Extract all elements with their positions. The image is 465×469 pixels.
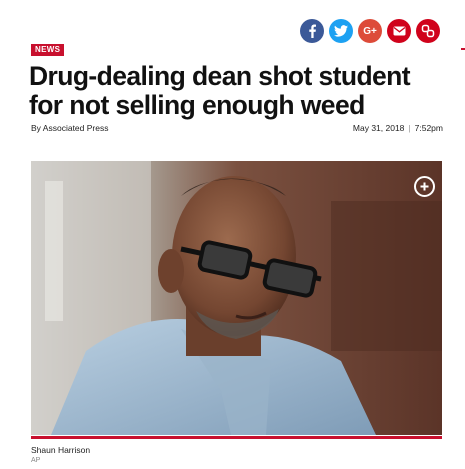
twitter-icon [334, 25, 348, 37]
edge-accent-rule [461, 48, 465, 50]
google-plus-icon: G+ [363, 25, 377, 37]
section-tag[interactable]: NEWS [31, 44, 65, 56]
facebook-icon [309, 24, 316, 38]
twitter-share-button[interactable] [329, 19, 353, 43]
publish-time: 7:52pm [414, 123, 443, 133]
copy-link-button[interactable] [416, 19, 440, 43]
photo-caption: Shaun Harrison [31, 445, 91, 455]
photo-credit: AP [31, 457, 41, 464]
caption-accent-rule [31, 436, 442, 439]
expand-photo-button[interactable] [414, 176, 435, 197]
share-bar: G+ [300, 19, 440, 43]
plus-circle-icon [420, 182, 429, 191]
date-separator: | [408, 123, 411, 133]
photo-illustration [31, 161, 442, 435]
dateline: May 31, 2018 | 7:52pm [353, 123, 443, 133]
google-plus-share-button[interactable]: G+ [358, 19, 382, 43]
email-share-button[interactable] [387, 19, 411, 43]
article-headline: Drug-dealing dean shot student for not s… [29, 61, 411, 120]
article-photo[interactable] [31, 161, 442, 435]
email-icon [393, 26, 405, 36]
byline[interactable]: By Associated Press [31, 123, 108, 133]
publish-date: May 31, 2018 [352, 123, 405, 133]
link-icon [421, 24, 435, 38]
facebook-share-button[interactable] [300, 19, 324, 43]
